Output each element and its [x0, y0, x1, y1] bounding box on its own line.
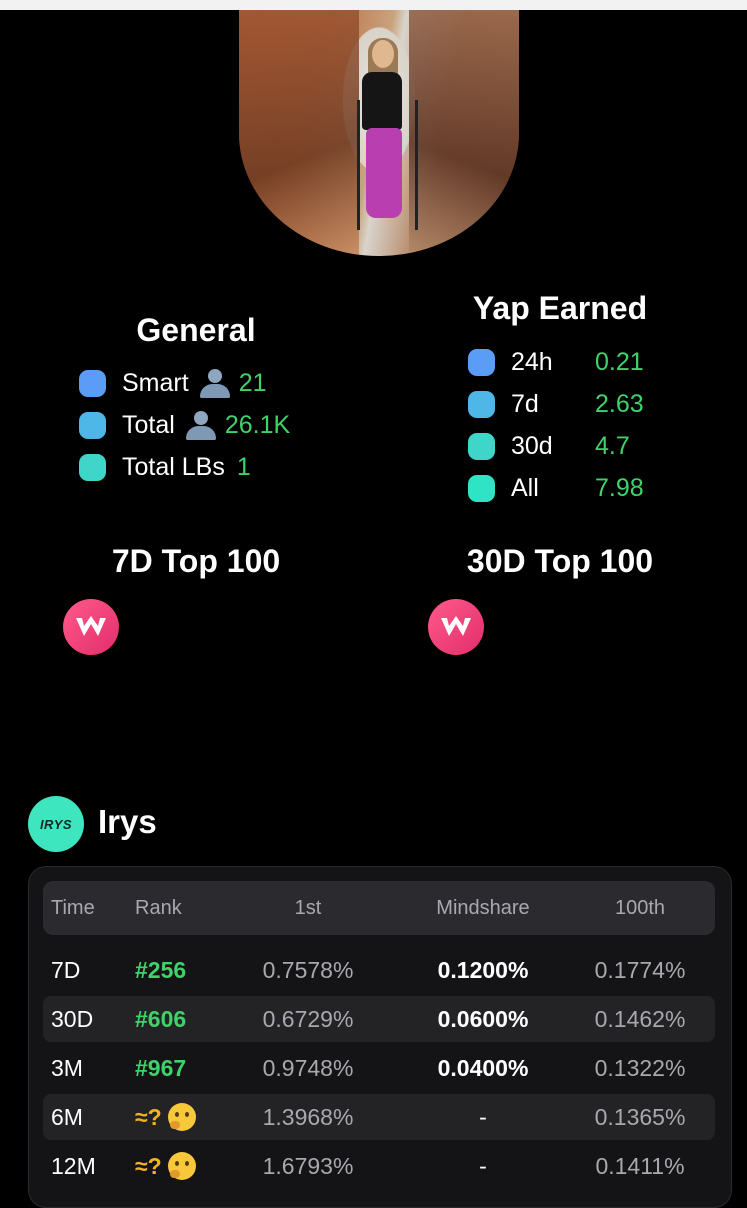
row-time: 7D — [51, 956, 81, 983]
row-rank-unknown: ≈? — [135, 1094, 196, 1140]
person-icon — [197, 368, 233, 398]
thinking-face-icon — [167, 1152, 196, 1180]
yap-30d-dot — [468, 432, 495, 460]
row-first: 1.6793% — [262, 1152, 354, 1179]
avatar-trekking-pole — [357, 100, 360, 230]
irys-rank-table: Time Rank 1st Mindshare 100th 7D #256 0.… — [28, 866, 732, 1208]
table-row: 12M ≈? 1.6793% - 0.1411% — [43, 1143, 715, 1189]
row-hundredth: 0.1774% — [594, 956, 686, 983]
row-hundredth: 0.1411% — [595, 1152, 685, 1179]
w-logo-glyph — [76, 616, 106, 636]
table-header: Time Rank 1st Mindshare 100th — [43, 881, 715, 935]
avatar-trekking-pole — [415, 100, 418, 230]
row-mindshare: 0.0400% — [437, 1054, 529, 1081]
row-first: 0.9748% — [262, 1054, 354, 1081]
row-mindshare: 0.0600% — [437, 1005, 529, 1032]
general-title: General — [136, 312, 256, 348]
general-smart-row: Smart 21 — [79, 366, 267, 400]
row-rank: #256 — [135, 956, 187, 983]
irys-title: Irys — [98, 803, 157, 840]
yap-7d-row: 7d 2.63 — [468, 387, 644, 421]
w-logo-glyph — [441, 616, 471, 636]
thirty-day-top100-title: 30D Top 100 — [466, 543, 654, 579]
general-lbs-row: Total LBs 1 — [79, 450, 251, 484]
row-rank: #606 — [135, 1005, 187, 1032]
col-first-header: 1st — [294, 896, 322, 919]
avatar-person-legs — [366, 128, 402, 218]
row-first: 0.7578% — [262, 956, 354, 983]
row-mindshare: - — [479, 1152, 487, 1179]
yap-all-row: All 7.98 — [468, 471, 644, 505]
row-mindshare: - — [479, 1103, 487, 1130]
lbs-value: 1 — [236, 452, 251, 481]
row-mindshare: 0.1200% — [437, 956, 529, 983]
col-time-header: Time — [51, 896, 95, 919]
table-row: 7D #256 0.7578% 0.1200% 0.1774% — [43, 947, 715, 993]
avatar-rock-left — [239, 10, 359, 256]
col-mindshare-header: Mindshare — [436, 896, 530, 919]
row-rank-text: ≈? — [135, 1103, 162, 1130]
yap-earned-title: Yap Earned — [472, 290, 648, 326]
smart-value: 21 — [238, 368, 267, 397]
general-total-row: Total 26.1K — [79, 408, 290, 442]
row-time: 30D — [51, 1005, 94, 1032]
col-hundredth-header: 100th — [614, 896, 666, 919]
col-rank-header: Rank — [135, 896, 182, 919]
row-time: 12M — [51, 1152, 96, 1179]
row-hundredth: 0.1365% — [594, 1103, 686, 1130]
yap-30d-row: 30d 4.7 — [468, 429, 630, 463]
row-hundredth: 0.1462% — [594, 1005, 686, 1032]
row-rank: #967 — [135, 1054, 187, 1081]
total-dot — [79, 411, 106, 439]
yap-24h-label: 24h — [511, 347, 553, 376]
avatar — [239, 10, 519, 256]
top-bar — [0, 0, 747, 10]
row-rank-unknown: ≈? — [135, 1143, 196, 1189]
seven-day-top100-title: 7D Top 100 — [111, 543, 281, 579]
row-hundredth: 0.1322% — [594, 1054, 686, 1081]
table-row: 3M #967 0.9748% 0.0400% 0.1322% — [43, 1045, 715, 1091]
yap-all-label: All — [511, 473, 539, 502]
person-icon — [183, 410, 219, 440]
row-time: 3M — [51, 1054, 83, 1081]
yap-7d-dot — [468, 390, 495, 418]
avatar-person-head — [372, 40, 394, 68]
yap-7d-label: 7d — [511, 389, 539, 418]
lbs-dot — [79, 453, 106, 481]
w-brand-icon[interactable] — [428, 599, 484, 655]
yap-7d-value: 2.63 — [595, 389, 644, 418]
avatar-rock-right — [409, 10, 519, 256]
table-row: 30D #606 0.6729% 0.0600% 0.1462% — [43, 996, 715, 1042]
yap-30d-value: 4.7 — [595, 431, 630, 460]
yap-24h-row: 24h 0.21 — [468, 345, 644, 379]
avatar-person-body — [362, 72, 402, 130]
smart-label: Smart — [122, 368, 189, 397]
yap-30d-label: 30d — [511, 431, 553, 460]
irys-logo: IRYS — [28, 796, 84, 852]
row-time: 6M — [51, 1103, 83, 1130]
smart-dot — [79, 369, 106, 397]
total-value: 26.1K — [224, 410, 291, 439]
yap-24h-value: 0.21 — [595, 347, 644, 376]
row-first: 0.6729% — [262, 1005, 354, 1032]
yap-24h-dot — [468, 348, 495, 376]
table-row: 6M ≈? 1.3968% - 0.1365% — [43, 1094, 715, 1140]
w-brand-icon[interactable] — [63, 599, 119, 655]
yap-all-dot — [468, 474, 495, 502]
row-first: 1.3968% — [262, 1103, 354, 1130]
yap-all-value: 7.98 — [595, 473, 644, 502]
total-label: Total — [122, 410, 175, 439]
lbs-label: Total LBs — [122, 452, 225, 481]
row-rank-text: ≈? — [135, 1152, 162, 1179]
thinking-face-icon — [167, 1103, 196, 1131]
